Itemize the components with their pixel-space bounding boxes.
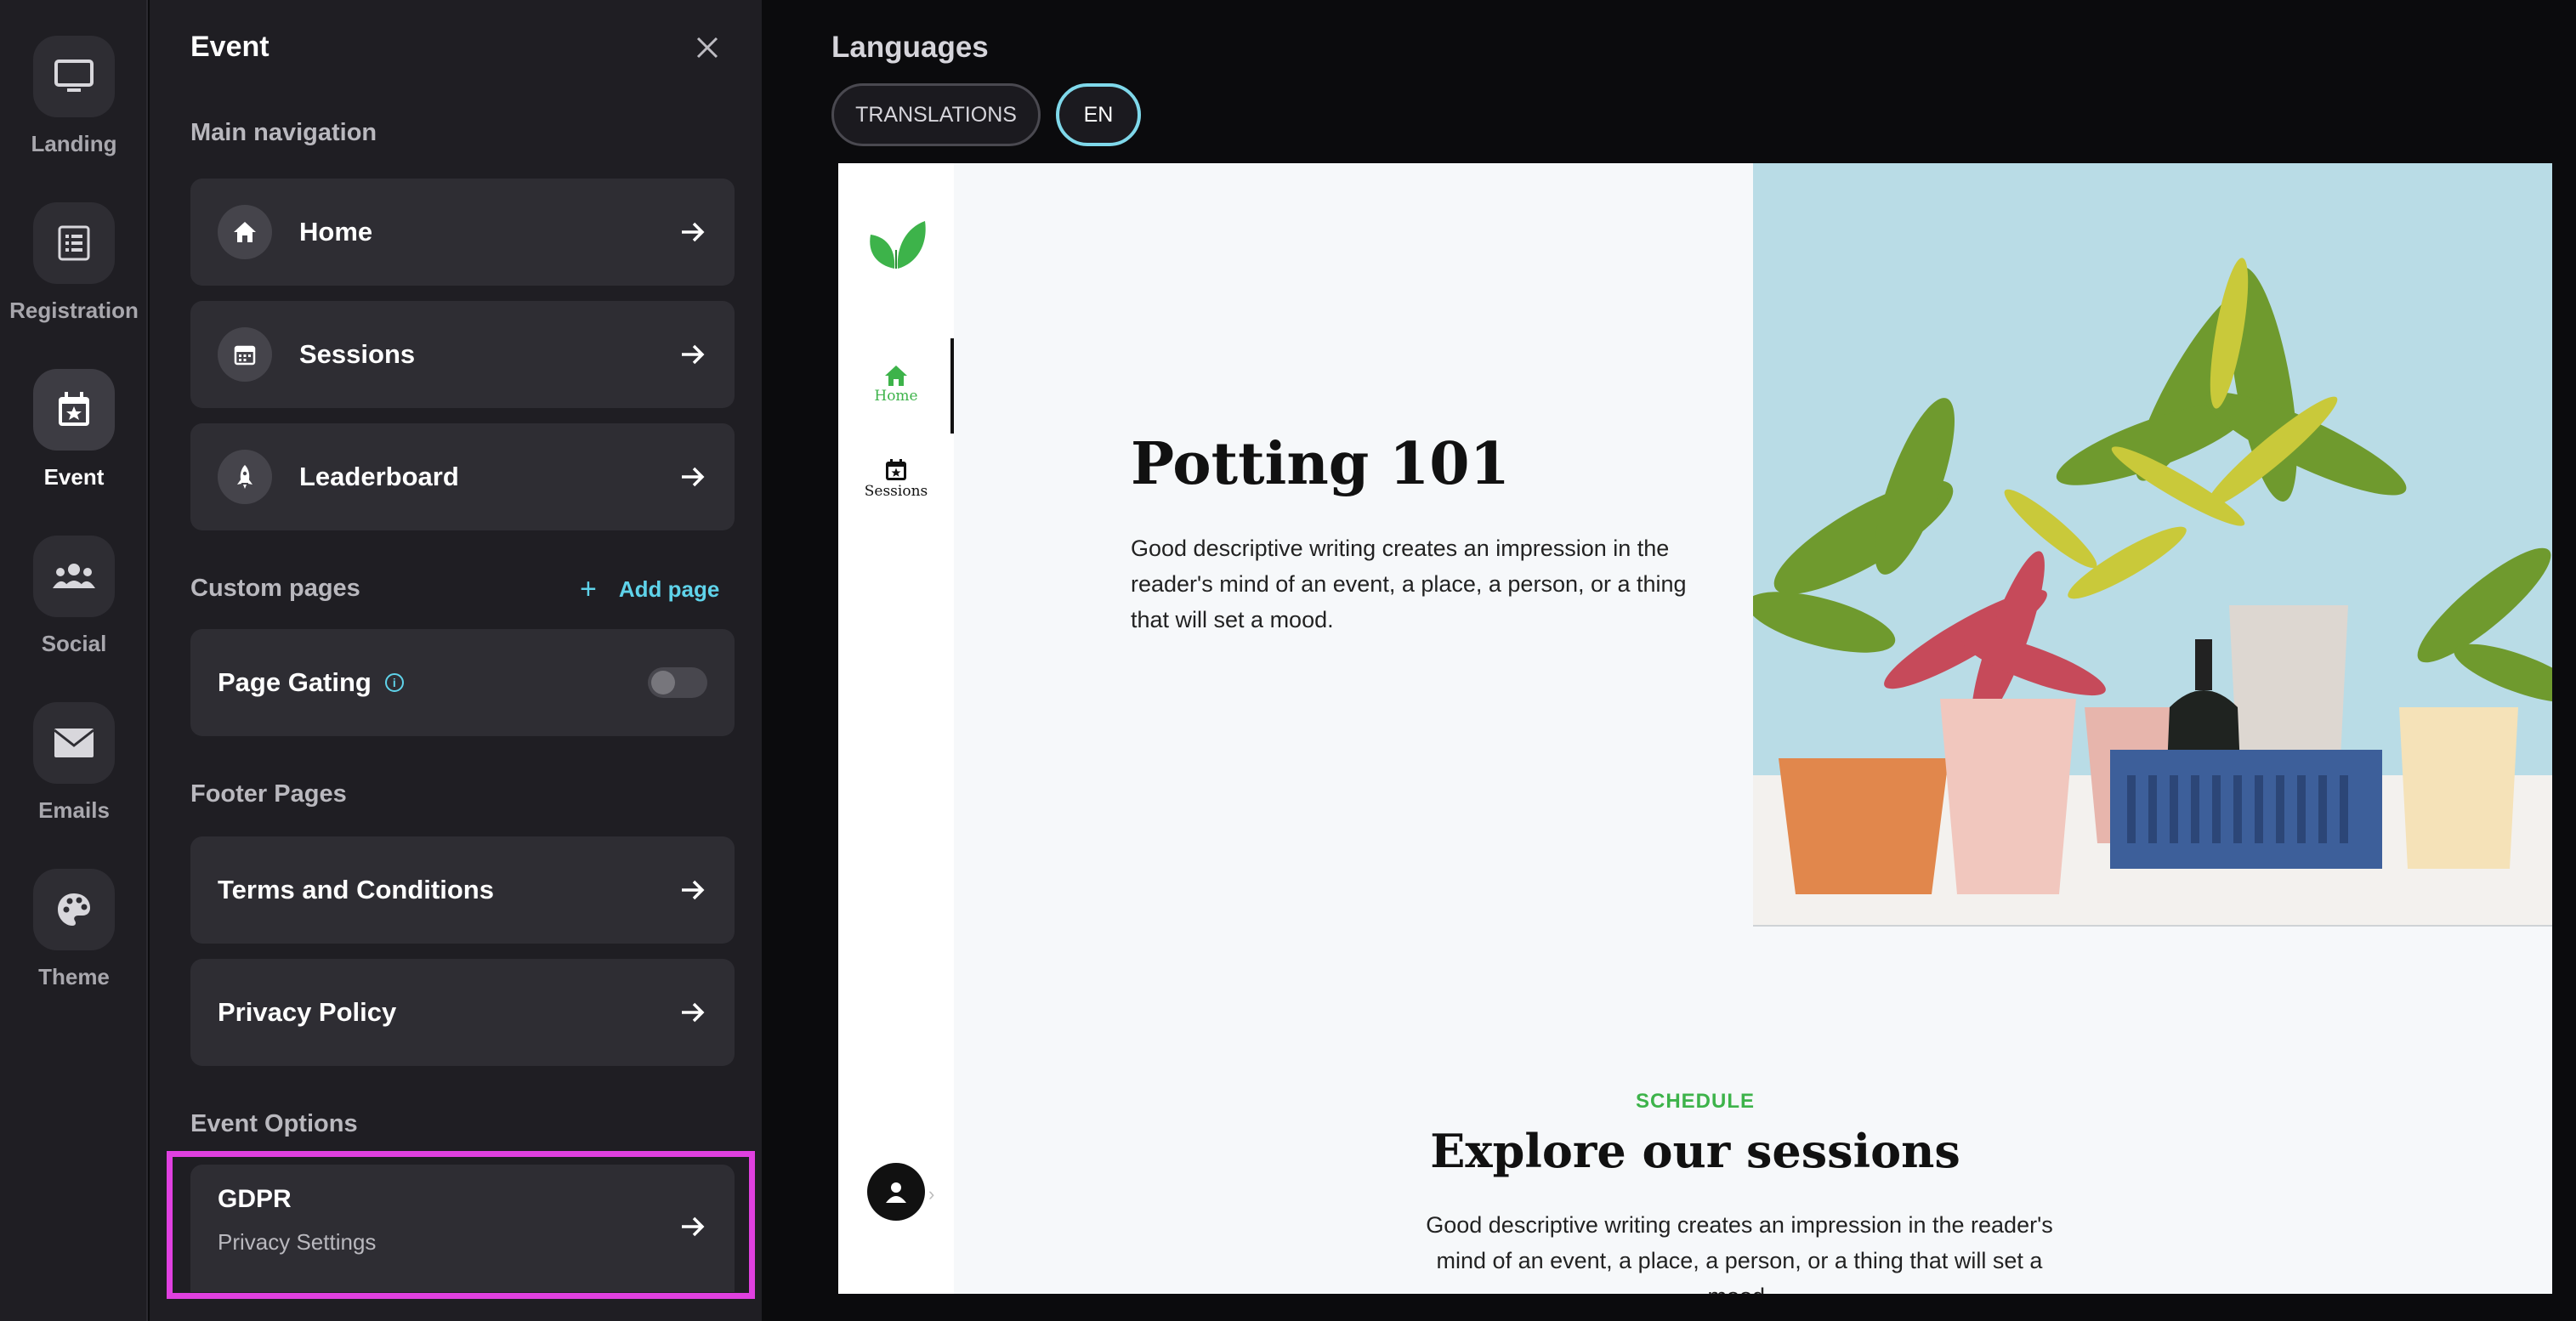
- calendar-star-icon: [886, 459, 906, 480]
- hero-description: Good descriptive writing creates an impr…: [1131, 536, 1687, 632]
- rail-label-social: Social: [41, 631, 107, 656]
- preview-nav-home[interactable]: Home: [838, 364, 954, 405]
- rail-item-social[interactable]: Social: [0, 536, 148, 657]
- page-gating-toggle[interactable]: [648, 667, 707, 698]
- rail-item-landing[interactable]: Landing: [0, 36, 148, 157]
- user-icon: [886, 1182, 906, 1203]
- translations-button[interactable]: TRANSLATIONS: [831, 83, 1041, 146]
- add-page-button[interactable]: + Add page: [580, 573, 719, 606]
- chevron-right-icon[interactable]: ›: [928, 1183, 934, 1205]
- languages-title: Languages: [831, 31, 989, 64]
- nav-card-label: Sessions: [299, 339, 416, 369]
- main-navigation-title: Main navigation: [190, 119, 377, 146]
- arrow-right-icon: [682, 880, 705, 900]
- list-icon: [33, 202, 115, 284]
- nav-card-sessions[interactable]: Sessions: [190, 301, 735, 408]
- palette-icon: [33, 869, 115, 950]
- preview-area: Languages TRANSLATIONS EN Home Sessions …: [763, 0, 2576, 1321]
- rail-label-event: Event: [43, 464, 105, 490]
- users-icon: [33, 536, 115, 617]
- rail-item-registration[interactable]: Registration: [0, 202, 148, 324]
- nav-card-terms[interactable]: Terms and Conditions: [190, 836, 735, 944]
- arrow-right-icon: [682, 467, 705, 487]
- nav-card-home[interactable]: Home: [190, 179, 735, 286]
- rail-label-theme: Theme: [38, 964, 110, 989]
- preview-nav-label: Home: [874, 388, 918, 405]
- arrow-right-icon: [682, 1002, 705, 1023]
- home-icon: [218, 205, 272, 259]
- site-preview: Home Sessions › Potting 101 Good descrip…: [838, 163, 2552, 1294]
- add-page-label: Add page: [618, 576, 720, 602]
- arrow-right-icon: [682, 344, 705, 365]
- envelope-icon: [33, 702, 115, 784]
- rail-item-theme[interactable]: Theme: [0, 869, 148, 990]
- schedule-description: Good descriptive writing creates an impr…: [1426, 1212, 2053, 1294]
- active-nav-indicator: [950, 338, 954, 434]
- schedule-title: Explore our sessions: [1430, 1124, 1960, 1178]
- hero-image-plants: [1753, 163, 2552, 925]
- rail-item-emails[interactable]: Emails: [0, 702, 148, 824]
- rail-label-registration: Registration: [9, 298, 139, 323]
- calendar-icon: [218, 327, 272, 382]
- home-icon: [885, 366, 907, 386]
- close-icon: [696, 37, 718, 59]
- event-options-title: Event Options: [190, 1110, 358, 1137]
- leaf-logo-icon: [864, 216, 928, 276]
- info-icon[interactable]: i: [384, 673, 404, 692]
- page-gating-row: Page Gating i: [218, 667, 648, 698]
- rail-label-landing: Landing: [31, 131, 117, 156]
- nav-card-label: Home: [299, 217, 373, 247]
- preview-nav-label: Sessions: [864, 483, 928, 500]
- divider: [1753, 925, 2552, 927]
- plus-icon: +: [580, 573, 597, 605]
- app-rail: Landing Registration Event Social Emails…: [0, 0, 148, 1321]
- monitor-icon: [33, 36, 115, 117]
- page-gating-label: Page Gating: [218, 667, 372, 697]
- preview-nav-sessions[interactable]: Sessions: [838, 457, 954, 500]
- arrow-right-icon: [682, 222, 705, 242]
- language-en-button[interactable]: EN: [1056, 83, 1141, 146]
- calendar-star-icon: [33, 369, 115, 451]
- footer-pages-title: Footer Pages: [190, 780, 347, 808]
- nav-card-privacy-policy[interactable]: Privacy Policy: [190, 959, 735, 1066]
- event-panel: Event Main navigation Home Sessions Lead…: [150, 0, 762, 1321]
- nav-card-leaderboard[interactable]: Leaderboard: [190, 423, 735, 530]
- custom-pages-title: Custom pages: [190, 575, 360, 602]
- gdpr-highlight-box: [167, 1151, 755, 1299]
- nav-card-label: Privacy Policy: [218, 997, 397, 1027]
- hero-title: Potting 101: [1131, 430, 1510, 498]
- close-button[interactable]: [690, 31, 724, 65]
- panel-title: Event: [190, 31, 270, 63]
- rail-item-event[interactable]: Event: [0, 369, 148, 490]
- rocket-icon: [218, 450, 272, 504]
- page-gating-card: Page Gating i: [190, 629, 735, 736]
- nav-card-label: Terms and Conditions: [218, 875, 494, 904]
- nav-card-label: Leaderboard: [299, 462, 459, 491]
- schedule-label: SCHEDULE: [1635, 1090, 1755, 1113]
- rail-label-emails: Emails: [38, 797, 110, 823]
